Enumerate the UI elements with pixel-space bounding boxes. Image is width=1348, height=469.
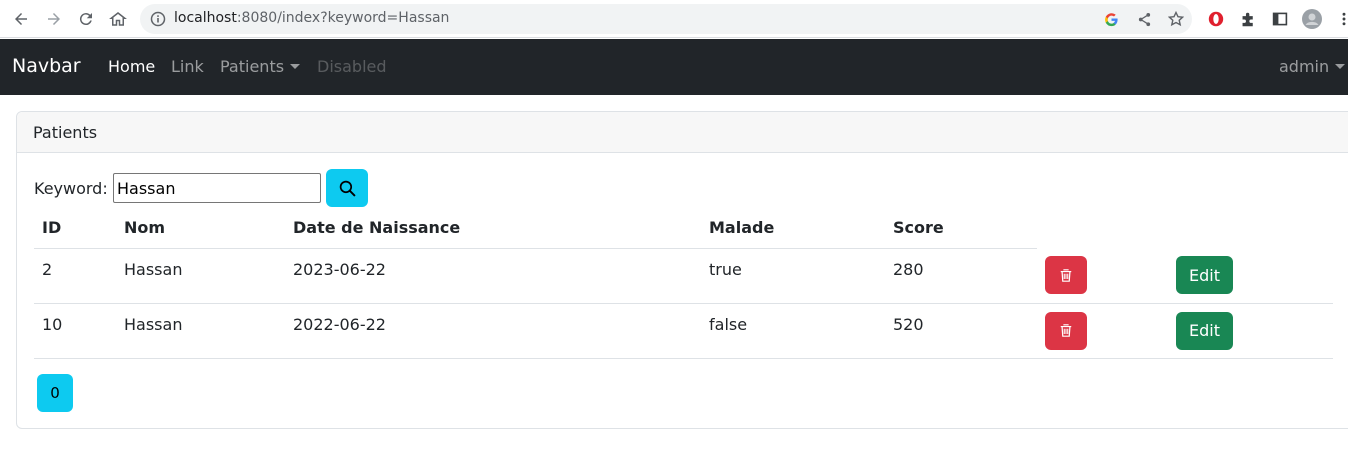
table-row: 10 Hassan 2022-06-22 false 520 Edit	[34, 303, 1333, 359]
browser-toolbar: localhost:8080/index?keyword=Hassan	[0, 0, 1348, 38]
patients-table: ID Nom Date de Naissance Malade Score 2 …	[34, 208, 1333, 359]
nav-patients-dropdown[interactable]: Patients	[220, 57, 301, 76]
cell-edit: Edit	[1168, 248, 1333, 304]
chevron-down-icon	[1335, 64, 1346, 69]
table-row: 2 Hassan 2023-06-22 true 280 Edit	[34, 248, 1333, 304]
reload-icon[interactable]	[74, 7, 98, 31]
delete-button[interactable]	[1045, 311, 1087, 350]
cell-delete	[1037, 303, 1168, 359]
col-header-malade: Malade	[701, 208, 885, 249]
col-header-date: Date de Naissance	[285, 208, 701, 249]
trash-icon	[1060, 268, 1072, 282]
navbar: Navbar Home Link Patients Disabled admin	[0, 39, 1348, 95]
cell-delete	[1037, 248, 1168, 304]
chevron-down-icon	[290, 64, 301, 69]
sidepanel-icon[interactable]	[1270, 9, 1290, 29]
cell-malade: true	[701, 248, 885, 304]
cell-nom: Hassan	[116, 303, 285, 359]
cell-date: 2022-06-22	[285, 303, 701, 359]
keyword-input[interactable]	[113, 173, 321, 203]
star-icon[interactable]	[1168, 11, 1184, 27]
col-header-nom: Nom	[116, 208, 285, 249]
delete-button[interactable]	[1045, 256, 1087, 294]
trash-icon	[1060, 324, 1072, 337]
opera-icon[interactable]	[1206, 9, 1226, 29]
edit-button[interactable]: Edit	[1176, 256, 1233, 294]
profile-avatar[interactable]	[1302, 9, 1322, 29]
nav-disabled-link: Disabled	[317, 57, 387, 76]
col-header-id: ID	[34, 208, 116, 249]
user-name: admin	[1279, 57, 1330, 76]
cell-score: 520	[885, 303, 1037, 359]
cell-edit: Edit	[1168, 303, 1333, 359]
navbar-brand[interactable]: Navbar	[12, 55, 81, 77]
google-icon[interactable]	[1103, 11, 1119, 27]
col-header-edit	[1168, 208, 1333, 248]
home-icon[interactable]	[106, 7, 130, 31]
cell-id: 10	[34, 303, 116, 359]
cell-score: 280	[885, 248, 1037, 304]
col-header-delete	[1037, 208, 1168, 248]
cell-id: 2	[34, 248, 116, 304]
cell-date: 2023-06-22	[285, 248, 701, 304]
page-button-0[interactable]: 0	[37, 374, 73, 412]
search-button[interactable]	[326, 169, 368, 207]
forward-arrow-icon[interactable]	[42, 7, 66, 31]
user-dropdown[interactable]: admin	[1279, 57, 1346, 76]
nav-link-link[interactable]: Link	[171, 57, 204, 76]
cell-nom: Hassan	[116, 248, 285, 304]
nav-patients-label: Patients	[220, 57, 285, 76]
menu-dots-icon[interactable]	[1334, 9, 1348, 29]
address-bar[interactable]: localhost:8080/index?keyword=Hassan	[140, 4, 1192, 34]
back-arrow-icon[interactable]	[9, 7, 33, 31]
search-icon	[339, 180, 356, 197]
cell-malade: false	[701, 303, 885, 359]
table-header-row: ID Nom Date de Naissance Malade Score	[34, 208, 1333, 249]
nav-home-link[interactable]: Home	[108, 57, 155, 76]
url-text[interactable]: localhost:8080/index?keyword=Hassan	[174, 10, 449, 26]
info-icon[interactable]	[150, 11, 166, 27]
puzzle-icon[interactable]	[1238, 9, 1258, 29]
card-header: Patients	[17, 112, 1348, 153]
edit-button[interactable]: Edit	[1176, 311, 1233, 350]
share-icon[interactable]	[1136, 11, 1152, 27]
keyword-label: Keyword:	[34, 179, 108, 198]
patients-card: Patients Keyword: ID Nom Date de Naissan…	[16, 111, 1348, 429]
col-header-score: Score	[885, 208, 1037, 249]
